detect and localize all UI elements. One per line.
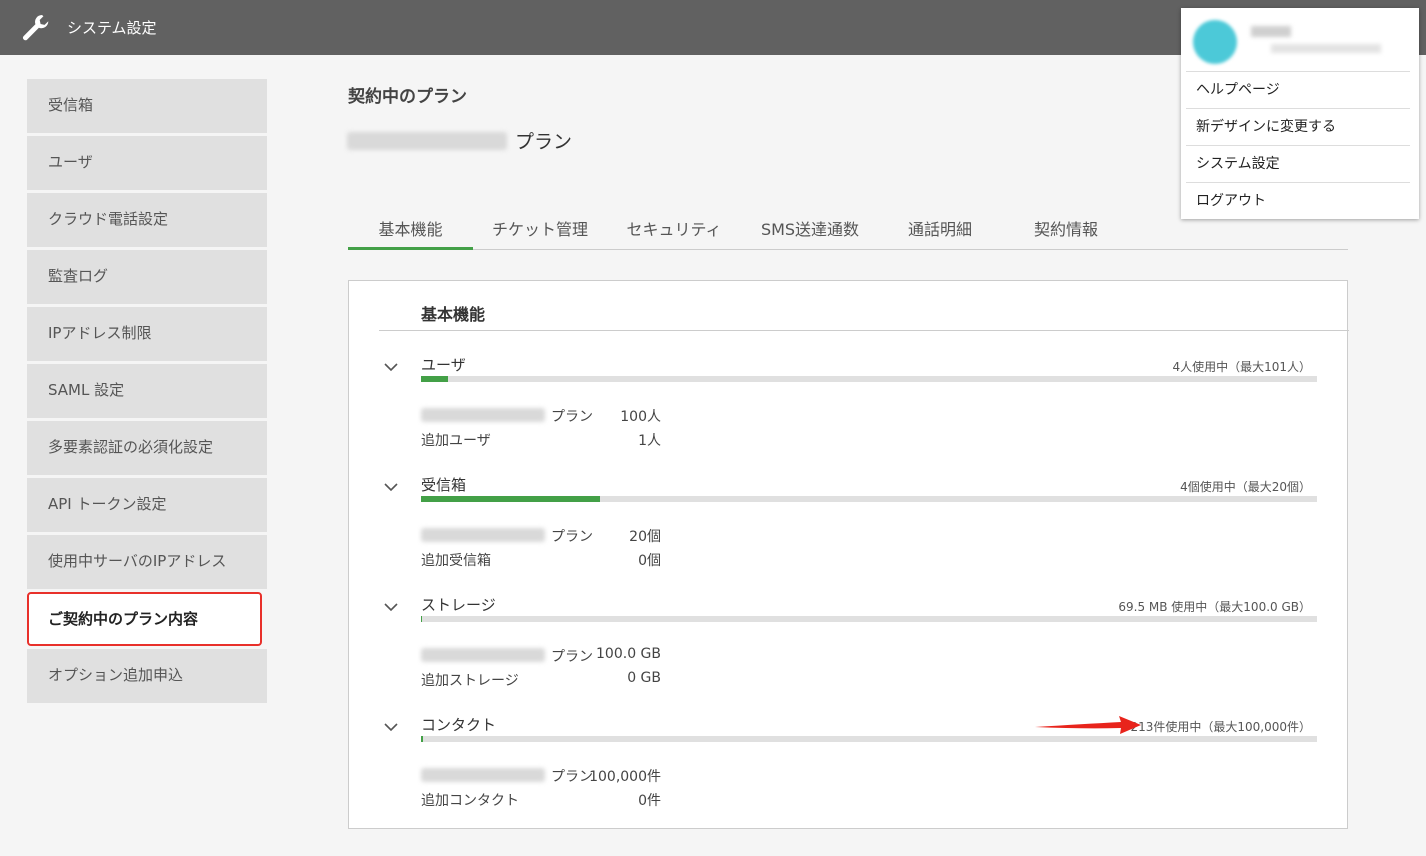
- current-plan-name: プラン: [347, 127, 572, 154]
- redacted-user-subtext: [1271, 44, 1381, 53]
- plan-suffix: プラン: [515, 131, 573, 153]
- menu-item-system-settings[interactable]: システム設定: [1186, 145, 1410, 182]
- sidebar-item-saml[interactable]: SAML 設定: [27, 364, 267, 418]
- plan-row: プラン 100人: [421, 406, 681, 426]
- usage-section-users: ユーザ 4人使用中（最大101人） プラン 100人 追加ユーザ 1人: [349, 354, 1349, 454]
- user-dropdown-menu: ヘルプページ 新デザインに変更する システム設定 ログアウト: [1181, 8, 1419, 219]
- section-name: コンタクト: [421, 716, 497, 734]
- section-name: 受信箱: [421, 476, 467, 494]
- plan-label: プラン: [551, 409, 593, 425]
- plan-label: プラン: [551, 529, 593, 545]
- plan-value: 20個: [629, 529, 661, 545]
- tab-basic-features[interactable]: 基本機能: [348, 215, 473, 250]
- sidebar: 受信箱 ユーザ クラウド電話設定 監査ログ IPアドレス制限 SAML 設定 多…: [27, 79, 267, 706]
- menu-item-logout[interactable]: ログアウト: [1186, 182, 1410, 219]
- tab-contract-info[interactable]: 契約情報: [1004, 215, 1128, 250]
- panel-title: 基本機能: [421, 305, 486, 324]
- redacted-plan-name: [347, 131, 507, 150]
- usage-bar-fill: [421, 616, 422, 622]
- sidebar-item-mfa[interactable]: 多要素認証の必須化設定: [27, 421, 267, 475]
- usage-bar: [421, 736, 1317, 742]
- tab-sms[interactable]: SMS送達通数: [744, 215, 876, 250]
- redacted-plan-name: [421, 408, 545, 422]
- section-usage: 69.5 MB 使用中（最大100.0 GB）: [1118, 600, 1311, 614]
- extra-row: 追加ストレージ 0 GB: [421, 670, 681, 690]
- section-name: ストレージ: [421, 596, 496, 614]
- chevron-down-icon[interactable]: [383, 722, 399, 732]
- usage-bar-fill: [421, 376, 448, 382]
- sidebar-item-ip-restriction[interactable]: IPアドレス制限: [27, 307, 267, 361]
- section-usage: 4個使用中（最大20個）: [1180, 480, 1311, 494]
- extra-value: 0個: [638, 553, 661, 569]
- usage-bar: [421, 616, 1317, 622]
- extra-label: 追加受信箱: [421, 553, 491, 569]
- extra-value: 0 GB: [627, 670, 661, 686]
- redacted-plan-name: [421, 528, 545, 542]
- chevron-down-icon[interactable]: [383, 362, 399, 372]
- usage-bar: [421, 496, 1317, 502]
- red-arrow-annotation: [1035, 716, 1141, 734]
- page-title: 契約中のプラン: [348, 87, 467, 107]
- plan-row: プラン 20個: [421, 526, 681, 546]
- extra-label: 追加ストレージ: [421, 673, 519, 689]
- tab-call-details[interactable]: 通話明細: [878, 215, 1002, 250]
- menu-item-help[interactable]: ヘルプページ: [1186, 71, 1410, 108]
- plan-row: プラン 100,000件: [421, 766, 681, 786]
- extra-row: 追加コンタクト 0件: [421, 790, 681, 810]
- section-usage: 4人使用中（最大101人）: [1172, 360, 1311, 374]
- redacted-plan-name: [421, 768, 545, 782]
- section-usage: 213件使用中（最大100,000件）: [1130, 720, 1311, 734]
- tab-ticket-management[interactable]: チケット管理: [476, 215, 604, 250]
- avatar: [1193, 20, 1237, 64]
- panel-divider: [379, 330, 1349, 331]
- extra-value: 0件: [638, 793, 661, 809]
- tab-security[interactable]: セキュリティ: [610, 215, 738, 250]
- sidebar-item-inbox[interactable]: 受信箱: [27, 79, 267, 133]
- redacted-user-name: [1251, 26, 1291, 37]
- extra-row: 追加ユーザ 1人: [421, 430, 681, 450]
- usage-section-contacts: コンタクト 213件使用中（最大100,000件） プラン 100,000件 追…: [349, 714, 1349, 814]
- tab-bar: 基本機能 チケット管理 セキュリティ SMS送達通数 通話明細 契約情報: [348, 215, 1348, 250]
- sidebar-item-api-token[interactable]: API トークン設定: [27, 478, 267, 532]
- basic-features-panel: 基本機能 ユーザ 4人使用中（最大101人） プラン 100人 追加ユーザ 1人…: [348, 280, 1349, 829]
- extra-label: 追加ユーザ: [421, 433, 491, 449]
- menu-item-new-design[interactable]: 新デザインに変更する: [1186, 108, 1410, 145]
- plan-label: プラン: [551, 649, 593, 665]
- plan-label: プラン: [551, 769, 593, 785]
- header-title: システム設定: [67, 19, 157, 37]
- sidebar-item-current-plan[interactable]: ご契約中のプラン内容: [27, 592, 262, 646]
- sidebar-item-audit-log[interactable]: 監査ログ: [27, 250, 267, 304]
- sidebar-item-server-ip[interactable]: 使用中サーバのIPアドレス: [27, 535, 267, 589]
- usage-bar-fill: [421, 736, 423, 742]
- usage-bar-fill: [421, 496, 601, 502]
- chevron-down-icon[interactable]: [383, 602, 399, 612]
- sidebar-item-users[interactable]: ユーザ: [27, 136, 267, 190]
- usage-section-inboxes: 受信箱 4個使用中（最大20個） プラン 20個 追加受信箱 0個: [349, 474, 1349, 574]
- extra-row: 追加受信箱 0個: [421, 550, 681, 570]
- usage-section-storage: ストレージ 69.5 MB 使用中（最大100.0 GB） プラン 100.0 …: [349, 594, 1349, 694]
- wrench-icon: [22, 15, 49, 41]
- usage-bar: [421, 376, 1317, 382]
- extra-label: 追加コンタクト: [421, 793, 519, 809]
- plan-value: 100人: [620, 409, 661, 425]
- extra-value: 1人: [638, 433, 661, 449]
- plan-value: 100.0 GB: [596, 646, 661, 662]
- sidebar-item-cloud-phone[interactable]: クラウド電話設定: [27, 193, 267, 247]
- plan-value: 100,000件: [589, 769, 661, 785]
- chevron-down-icon[interactable]: [383, 482, 399, 492]
- redacted-plan-name: [421, 648, 545, 662]
- plan-row: プラン 100.0 GB: [421, 646, 681, 666]
- section-name: ユーザ: [421, 356, 466, 374]
- sidebar-item-option-request[interactable]: オプション追加申込: [27, 649, 267, 703]
